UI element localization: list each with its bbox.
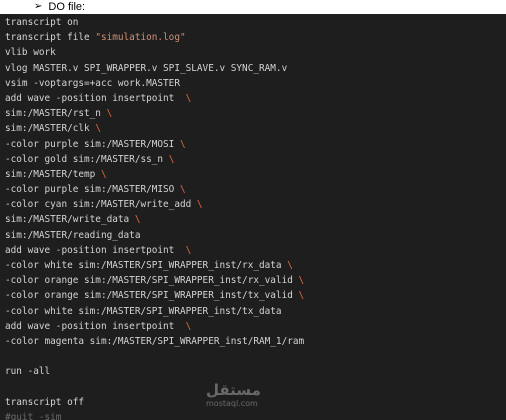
arrow-bullet-icon: ➢ bbox=[34, 0, 43, 12]
line-continuation: \ bbox=[179, 184, 186, 196]
code-text: -color magenta sim:/MASTER/SPI_WRAPPER_i… bbox=[5, 335, 305, 347]
code-text: transcript file bbox=[5, 32, 96, 44]
code-text: run -all bbox=[5, 366, 51, 378]
line-continuation: \ bbox=[185, 320, 192, 332]
heading-text: DO file: bbox=[48, 0, 86, 13]
code-line: -color purple sim:/MASTER/MOSI \ bbox=[0, 137, 506, 152]
code-line: add wave -position insertpoint \ bbox=[0, 91, 506, 106]
code-string: "simulation.log" bbox=[95, 32, 186, 44]
line-continuation: \ bbox=[179, 138, 186, 150]
code-text: -color purple sim:/MASTER/MISO bbox=[5, 184, 180, 196]
code-line: -color cyan sim:/MASTER/write_add \ bbox=[0, 197, 506, 212]
code-text: add wave -position insertpoint bbox=[5, 244, 186, 256]
code-line: -color white sim:/MASTER/SPI_WRAPPER_ins… bbox=[0, 258, 506, 273]
code-line: sim:/MASTER/reading_data bbox=[0, 228, 506, 243]
code-line: transcript file "simulation.log" bbox=[0, 30, 506, 45]
code-text: vlog MASTER.v SPI_WRAPPER.v SPI_SLAVE.v … bbox=[5, 62, 288, 74]
watermark-latin: mostaql.com bbox=[206, 399, 258, 408]
line-continuation: \ bbox=[298, 290, 305, 302]
code-line: add wave -position insertpoint \ bbox=[0, 319, 506, 334]
line-continuation: \ bbox=[95, 123, 101, 135]
line-continuation: \ bbox=[100, 168, 107, 180]
code-text: sim:/MASTER/rst_n bbox=[5, 108, 107, 120]
code-line: -color white sim:/MASTER/SPI_WRAPPER_ins… bbox=[0, 304, 506, 319]
line-continuation: \ bbox=[196, 199, 203, 211]
code-line: -color orange sim:/MASTER/SPI_WRAPPER_in… bbox=[0, 273, 506, 288]
code-text: transcript on bbox=[5, 17, 79, 28]
code-text: add wave -position insertpoint bbox=[5, 320, 186, 332]
line-continuation: \ bbox=[134, 214, 141, 226]
code-line: add wave -position insertpoint \ bbox=[0, 243, 506, 258]
code-line: sim:/MASTER/rst_n \ bbox=[0, 106, 506, 121]
code-text: -color purple sim:/MASTER/MOSI bbox=[5, 138, 180, 150]
line-continuation: \ bbox=[185, 92, 192, 104]
code-text: -color white sim:/MASTER/SPI_WRAPPER_ins… bbox=[5, 260, 288, 271]
code-text: sim:/MASTER/reading_data bbox=[5, 229, 141, 241]
section-heading: ➢ DO file: bbox=[34, 0, 85, 13]
watermark-arabic: مستقل bbox=[206, 381, 261, 399]
line-continuation: \ bbox=[185, 244, 192, 256]
code-text: transcript off bbox=[5, 396, 85, 408]
code-line: vsim -voptargs=+acc work.MASTER bbox=[0, 76, 506, 91]
code-text: add wave -position insertpoint bbox=[5, 92, 186, 104]
code-line: -color purple sim:/MASTER/MISO \ bbox=[0, 182, 506, 197]
code-line: vlog MASTER.v SPI_WRAPPER.v SPI_SLAVE.v … bbox=[0, 61, 506, 76]
code-text: -color gold sim:/MASTER/ss_n bbox=[5, 153, 169, 165]
code-line: -color gold sim:/MASTER/ss_n \ bbox=[0, 152, 506, 167]
code-text: sim:/MASTER/write_data bbox=[5, 214, 135, 226]
code-line: transcript on bbox=[0, 15, 506, 30]
code-text: -color white sim:/MASTER/SPI_WRAPPER_ins… bbox=[5, 305, 282, 317]
code-text: sim:/MASTER/clk bbox=[5, 123, 96, 135]
code-text: vlib work bbox=[5, 47, 56, 59]
mostaql-watermark: مستقل mostaql.com bbox=[206, 381, 261, 412]
line-continuation: \ bbox=[287, 260, 293, 271]
line-continuation: \ bbox=[298, 275, 305, 287]
code-text: -color orange sim:/MASTER/SPI_WRAPPER_in… bbox=[5, 275, 299, 287]
line-continuation: \ bbox=[106, 108, 113, 120]
code-line: sim:/MASTER/clk \ bbox=[0, 121, 506, 136]
code-line: run -all bbox=[0, 364, 506, 379]
code-text: -color orange sim:/MASTER/SPI_WRAPPER_in… bbox=[5, 290, 299, 302]
code-line: vlib work bbox=[0, 45, 506, 60]
code-text: -color cyan sim:/MASTER/write_add bbox=[5, 199, 197, 211]
code-comment: #quit -sim bbox=[5, 411, 62, 420]
code-line: sim:/MASTER/write_data \ bbox=[0, 212, 506, 227]
code-block: transcript on transcript file "simulation… bbox=[0, 14, 506, 420]
code-line: -color orange sim:/MASTER/SPI_WRAPPER_in… bbox=[0, 288, 506, 303]
code-text: sim:/MASTER/temp bbox=[5, 168, 101, 180]
line-continuation: \ bbox=[168, 153, 175, 165]
code-text: vsim -voptargs=+acc work.MASTER bbox=[5, 77, 180, 89]
code-line: sim:/MASTER/temp \ bbox=[0, 167, 506, 182]
code-line: -color magenta sim:/MASTER/SPI_WRAPPER_i… bbox=[0, 334, 506, 349]
